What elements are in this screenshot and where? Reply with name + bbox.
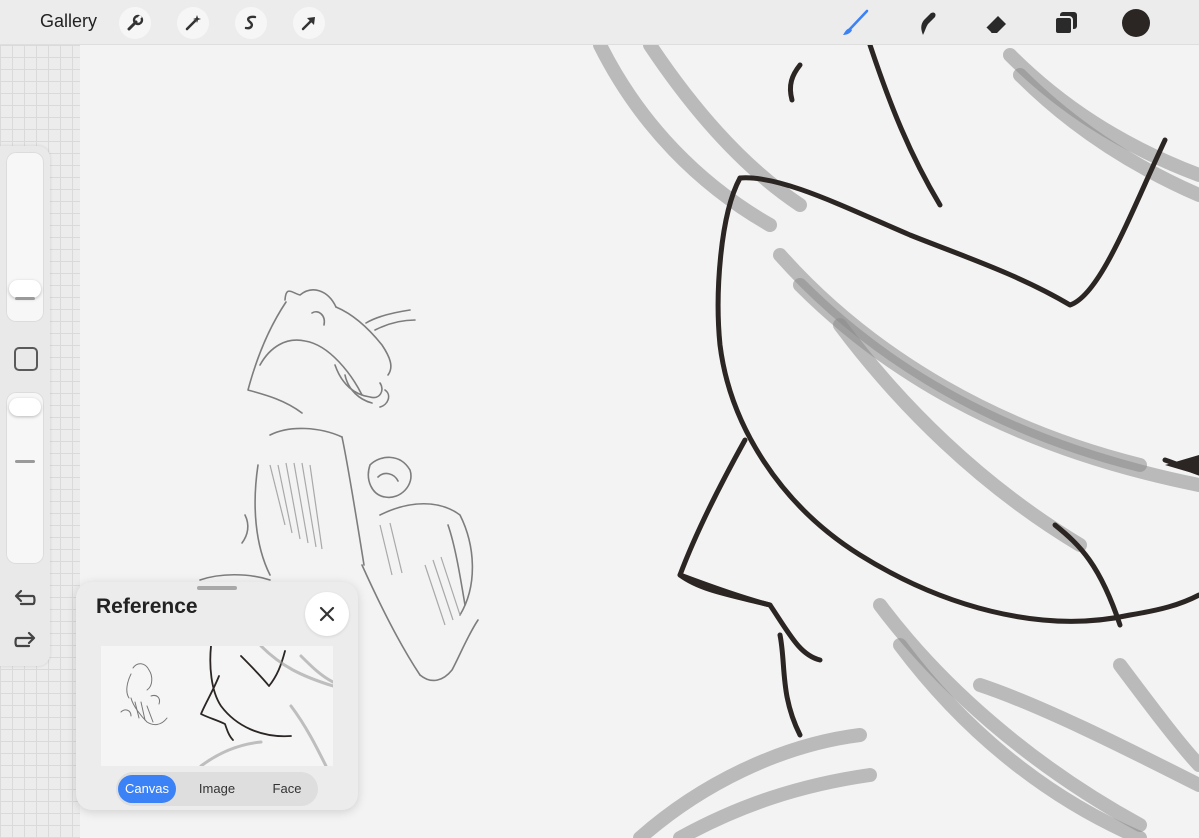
reference-title: Reference <box>96 595 198 618</box>
brush-size-marker <box>15 297 35 300</box>
tab-canvas[interactable]: Canvas <box>118 775 176 803</box>
layers-icon[interactable] <box>1050 7 1082 39</box>
brush-size-slider[interactable] <box>6 152 44 322</box>
gallery-button[interactable]: Gallery <box>40 11 97 32</box>
opacity-marker <box>15 460 35 463</box>
magic-wand-icon[interactable] <box>177 7 209 39</box>
brush-size-thumb[interactable] <box>9 280 41 298</box>
undo-icon[interactable] <box>13 588 37 610</box>
reference-drag-handle[interactable] <box>197 586 237 590</box>
brush-icon[interactable] <box>839 7 871 39</box>
color-swatch-icon[interactable] <box>1120 7 1152 39</box>
brush-sidebar <box>0 146 50 666</box>
eraser-icon[interactable] <box>980 7 1012 39</box>
tab-image[interactable]: Image <box>188 775 246 803</box>
redo-icon[interactable] <box>13 630 37 652</box>
selection-icon[interactable] <box>235 7 267 39</box>
transform-arrow-icon[interactable] <box>293 7 325 39</box>
reference-panel: Reference Canvas Image Face <box>76 582 358 810</box>
close-reference-button[interactable] <box>305 592 349 636</box>
close-icon <box>319 606 335 622</box>
smudge-icon[interactable] <box>910 7 942 39</box>
top-toolbar: Gallery <box>0 0 1199 45</box>
tab-face[interactable]: Face <box>258 775 316 803</box>
reference-mode-segmented-control: Canvas Image Face <box>116 772 318 806</box>
modify-square-icon[interactable] <box>14 347 38 371</box>
opacity-slider[interactable] <box>6 392 44 564</box>
reference-canvas-preview <box>101 644 335 768</box>
wrench-icon[interactable] <box>119 7 151 39</box>
opacity-thumb[interactable] <box>9 398 41 416</box>
